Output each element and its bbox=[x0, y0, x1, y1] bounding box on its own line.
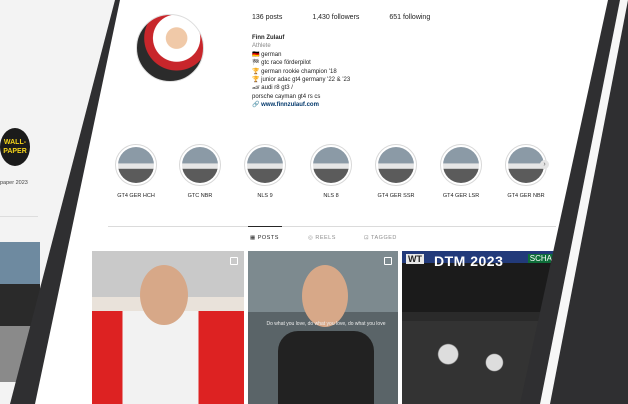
bio-line: 🏆 junior adac gt4 germany '22 & '23 bbox=[252, 77, 351, 84]
tab-reels[interactable]: ◎ REELS bbox=[308, 235, 336, 241]
highlight-item[interactable]: GT4 GER SSR bbox=[364, 144, 428, 199]
left-highlight-caption: paper 2023 bbox=[0, 180, 28, 186]
highlight-label: GT4 GER LSR bbox=[442, 193, 480, 199]
driver-jacket bbox=[278, 331, 374, 404]
highlight-item[interactable]: GT4 GER LSR bbox=[429, 144, 493, 199]
followers-link[interactable]: 1,430 followers bbox=[312, 14, 359, 21]
driver-face bbox=[140, 265, 188, 325]
bio-line: 🏎 audi r8 gt3 / bbox=[252, 85, 293, 92]
tagged-icon: ⊡ bbox=[364, 235, 370, 241]
banner-wt: WT bbox=[406, 254, 424, 264]
highlight-cover bbox=[313, 147, 349, 183]
bio-line: porsche cayman gt4 rs cs bbox=[252, 93, 321, 100]
link-icon: 🔗 bbox=[252, 102, 260, 109]
banner-right: SCHA bbox=[527, 254, 554, 263]
driver-face bbox=[302, 265, 348, 327]
profile-tabs: ▦ POSTS ◎ REELS ⊡ TAGGED bbox=[108, 226, 556, 241]
highlight-cover bbox=[247, 147, 283, 183]
divider bbox=[0, 216, 38, 217]
post-thumbnail[interactable] bbox=[92, 251, 244, 404]
bio-line: 🏆 german rookie champion '18 bbox=[252, 68, 337, 75]
highlight-label: GT4 GER NBR bbox=[507, 193, 545, 199]
profile-link-text: www.finnzulauf.com bbox=[261, 102, 319, 109]
reel-icon bbox=[384, 257, 392, 265]
highlight-cover bbox=[443, 147, 479, 183]
highlight-label: GT4 GER HCH bbox=[117, 193, 155, 199]
profile-website-link[interactable]: 🔗 www.finnzulauf.com bbox=[252, 101, 350, 109]
highlight-item[interactable]: GT4 GER NBR bbox=[494, 144, 558, 199]
dtm-banner-title: DTM 2023 bbox=[434, 253, 504, 269]
driver-suit bbox=[92, 311, 244, 404]
highlight-cover bbox=[118, 147, 154, 183]
highlight-item[interactable]: NLS 8 bbox=[299, 144, 363, 199]
bio-line: 🏁 gtc race förderpilot bbox=[252, 60, 311, 67]
profile-name: Finn Zulauf bbox=[252, 35, 285, 41]
following-link[interactable]: 651 following bbox=[389, 14, 430, 21]
post-caption-overlay: Do what you love, do what you love, do w… bbox=[266, 321, 386, 327]
chevron-right-icon[interactable]: › bbox=[540, 160, 549, 169]
grid-icon: ▦ bbox=[250, 235, 256, 241]
profile-stats: 136 posts 1,430 followers 651 following bbox=[252, 14, 458, 21]
profile-bio: Finn Zulauf Athlete 🇩🇪 german 🏁 gtc race… bbox=[252, 34, 350, 110]
highlights-row: GT4 GER HCH GTC NBR NLS 9 NLS 8 GT4 GER … bbox=[112, 144, 552, 204]
highlight-label: NLS 8 bbox=[323, 193, 339, 199]
multi-image-icon bbox=[230, 257, 238, 265]
reels-icon: ◎ bbox=[308, 235, 314, 241]
active-tab-indicator bbox=[248, 226, 282, 227]
tab-reels-label: REELS bbox=[315, 235, 336, 241]
posts-count: 136 posts bbox=[252, 14, 283, 21]
highlight-item[interactable]: GT4 GER HCH bbox=[104, 144, 168, 199]
highlight-label: GT4 GER SSR bbox=[377, 193, 415, 199]
highlight-cover bbox=[378, 147, 414, 183]
highlight-item[interactable]: NLS 9 bbox=[233, 144, 297, 199]
tab-posts-label: POSTS bbox=[257, 235, 279, 241]
highlight-label: GTC NBR bbox=[187, 193, 213, 199]
tab-posts[interactable]: ▦ POSTS bbox=[250, 235, 279, 241]
profile-avatar[interactable] bbox=[136, 14, 204, 82]
highlight-cover bbox=[182, 147, 218, 183]
wallpaper-highlight-icon[interactable]: WALL-PAPER bbox=[0, 128, 30, 166]
post-thumbnail[interactable]: Do what you love, do what you love, do w… bbox=[248, 251, 398, 404]
highlight-cover bbox=[508, 147, 544, 183]
highlight-item[interactable]: GTC NBR bbox=[168, 144, 232, 199]
tab-tagged-label: TAGGED bbox=[371, 235, 397, 241]
profile-category: Athlete bbox=[252, 43, 271, 50]
bio-line: 🇩🇪 german bbox=[252, 51, 282, 58]
tab-tagged[interactable]: ⊡ TAGGED bbox=[364, 235, 397, 241]
highlight-label: NLS 9 bbox=[257, 193, 273, 199]
